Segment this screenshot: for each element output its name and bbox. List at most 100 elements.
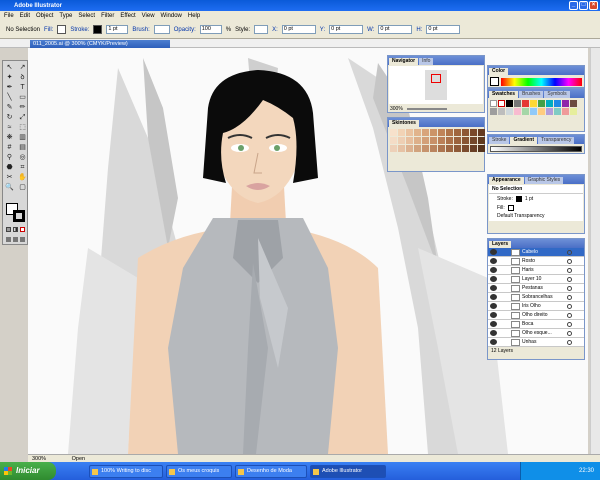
layer-row[interactable]: Rosto (488, 257, 584, 266)
brush-picker[interactable] (153, 25, 170, 34)
swatch[interactable] (538, 100, 545, 107)
skintone-swatch[interactable] (438, 137, 445, 144)
target-circle-icon[interactable] (567, 249, 572, 255)
tab-symbols[interactable]: Symbols (544, 91, 570, 98)
skintone-swatch[interactable] (398, 137, 405, 144)
swatch[interactable] (490, 108, 497, 115)
magic-wand-tool-icon[interactable]: ✦ (4, 73, 15, 82)
skintone-swatch[interactable] (406, 137, 413, 144)
swatch[interactable] (546, 100, 553, 107)
visibility-eye-icon[interactable] (490, 258, 497, 264)
task-writing-disc[interactable]: 100% Writing to disc (89, 464, 163, 478)
tab-navigator[interactable]: Navigator (389, 58, 419, 65)
swatch[interactable] (490, 100, 497, 107)
target-circle-icon[interactable] (567, 330, 572, 336)
pencil-tool-icon[interactable]: ✏ (17, 103, 28, 112)
skintone-swatch[interactable] (390, 137, 397, 144)
layer-row[interactable]: Olho direito (488, 311, 584, 320)
visibility-eye-icon[interactable] (490, 249, 497, 255)
tab-swatches[interactable]: Swatches (489, 91, 519, 98)
h-field[interactable]: 0 pt (426, 25, 461, 34)
zoom-tool-icon[interactable]: 🔍 (4, 183, 15, 192)
eyedropper-tool-icon[interactable]: ⚲ (4, 153, 15, 162)
tab-appearance[interactable]: Appearance (489, 177, 524, 184)
skintone-swatch[interactable] (398, 129, 405, 136)
skintone-swatch[interactable] (414, 145, 421, 152)
color-spectrum[interactable] (501, 77, 582, 86)
skintone-swatch[interactable] (430, 145, 437, 152)
style-picker[interactable] (254, 25, 269, 34)
scale-tool-icon[interactable]: ⤢ (17, 113, 28, 122)
menu-filter[interactable]: Filter (101, 13, 114, 19)
menu-edit[interactable]: Edit (20, 13, 30, 19)
tab-info[interactable]: Info (419, 58, 434, 65)
layer-row[interactable]: Boca (488, 320, 584, 329)
gradient-tool-icon[interactable]: ▤ (17, 143, 28, 152)
live-paint-tool-icon[interactable]: ⬣ (4, 163, 15, 172)
artboard-tool-icon[interactable]: ▢ (17, 183, 28, 192)
warp-tool-icon[interactable]: ≈ (4, 123, 15, 132)
direct-selection-tool-icon[interactable]: ↗ (17, 63, 28, 72)
paintbrush-tool-icon[interactable]: ✎ (4, 103, 15, 112)
skintone-swatch[interactable] (414, 129, 421, 136)
menu-type[interactable]: Type (59, 13, 72, 19)
swatch[interactable] (570, 100, 577, 107)
skintone-swatch[interactable] (470, 129, 477, 136)
layer-row[interactable]: Cabelo (488, 248, 584, 257)
graph-tool-icon[interactable]: ▥ (17, 133, 28, 142)
target-circle-icon[interactable] (567, 312, 572, 318)
gradient-slider[interactable] (490, 146, 582, 152)
navigator-zoom-slider[interactable] (406, 108, 447, 110)
swatch[interactable] (506, 108, 513, 115)
menu-object[interactable]: Object (36, 13, 53, 19)
symbol-sprayer-tool-icon[interactable]: ❋ (4, 133, 15, 142)
visibility-eye-icon[interactable] (490, 312, 497, 318)
close-icon[interactable]: × (589, 1, 598, 10)
skintone-swatch[interactable] (422, 137, 429, 144)
rotate-tool-icon[interactable]: ↻ (4, 113, 15, 122)
layer-row[interactable]: Pestanas (488, 284, 584, 293)
screen-mode-icon[interactable] (6, 237, 11, 242)
type-tool-icon[interactable]: T (17, 83, 28, 92)
target-circle-icon[interactable] (567, 294, 572, 300)
swatch[interactable] (498, 108, 505, 115)
skintone-swatch[interactable] (430, 129, 437, 136)
navigator-preview[interactable] (389, 66, 483, 104)
skintone-swatch[interactable] (478, 129, 485, 136)
skintone-swatch[interactable] (406, 145, 413, 152)
swatch[interactable] (506, 100, 513, 107)
visibility-eye-icon[interactable] (490, 285, 497, 291)
target-circle-icon[interactable] (567, 276, 572, 282)
skintone-swatch[interactable] (422, 129, 429, 136)
color-mode-icon[interactable] (6, 227, 11, 232)
skintone-swatch[interactable] (446, 129, 453, 136)
target-circle-icon[interactable] (567, 285, 572, 291)
visibility-eye-icon[interactable] (490, 339, 497, 345)
skintone-swatch[interactable] (462, 145, 469, 152)
appearance-fill-swatch[interactable] (507, 204, 514, 211)
color-fill-swatch[interactable] (490, 77, 499, 86)
screen-mode-icon[interactable] (13, 237, 18, 242)
tab-graphic-styles[interactable]: Graphic Styles (524, 177, 564, 184)
opacity-field[interactable]: 100 (199, 25, 222, 34)
menu-view[interactable]: View (142, 13, 155, 19)
swatch[interactable] (530, 108, 537, 115)
swatch[interactable] (546, 108, 553, 115)
task-desenho-moda[interactable]: Desenho de Moda (235, 464, 307, 478)
swatch[interactable] (498, 100, 505, 107)
menu-file[interactable]: File (4, 13, 14, 19)
visibility-eye-icon[interactable] (490, 267, 497, 273)
layer-row[interactable]: Haris (488, 266, 584, 275)
rectangle-tool-icon[interactable]: ▭ (17, 93, 28, 102)
layer-row[interactable]: Sobrancelhas (488, 293, 584, 302)
appearance-stroke-swatch[interactable] (515, 195, 522, 202)
y-field[interactable]: 0 pt (329, 25, 364, 34)
start-button[interactable]: Iniciar (0, 462, 56, 480)
swatch[interactable] (530, 100, 537, 107)
visibility-eye-icon[interactable] (490, 321, 497, 327)
target-circle-icon[interactable] (567, 303, 572, 309)
tab-gradient[interactable]: Gradient (510, 137, 538, 144)
stroke-weight-field[interactable]: 1 pt (106, 25, 129, 34)
w-field[interactable]: 0 pt (378, 25, 413, 34)
tab-brushes[interactable]: Brushes (519, 91, 544, 98)
